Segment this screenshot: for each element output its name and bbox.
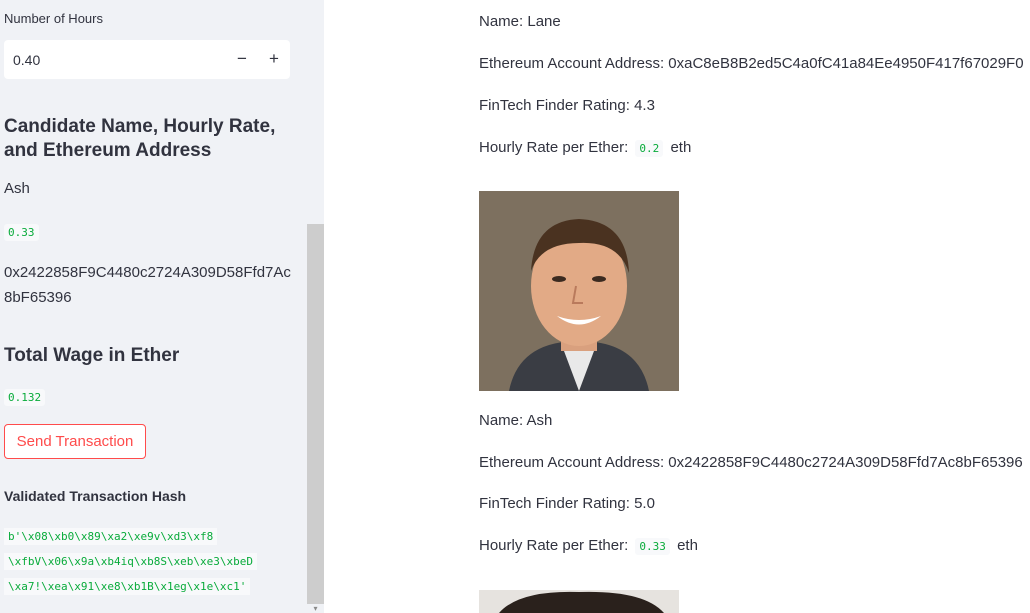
transaction-hash-heading: Validated Transaction Hash	[4, 488, 187, 504]
rate-label: Hourly Rate per Ether:	[479, 139, 629, 156]
scrollbar-thumb[interactable]	[307, 224, 324, 604]
rating-value: 4.3	[634, 97, 655, 114]
candidate-photo	[479, 590, 679, 613]
candidate-rate-row: Hourly Rate per Ether: 0.2 eth	[479, 139, 692, 157]
address-label: Ethereum Account Address:	[479, 454, 665, 471]
decrement-button[interactable]: −	[226, 40, 258, 79]
candidate-photo-image	[479, 590, 679, 613]
candidate-rating-row: FinTech Finder Rating: 5.0	[479, 495, 655, 512]
rate-label: Hourly Rate per Ether:	[479, 537, 629, 554]
transaction-hash: b'\x08\xb0\x89\xa2\xe9v\xd3\xf8 \xfbV\x0…	[4, 527, 304, 602]
sidebar: Number of Hours − + Candidate Name, Hour…	[0, 0, 307, 613]
rate-value: 0.2	[635, 140, 664, 157]
candidate-address-row: Ethereum Account Address: 0x2422858F9C44…	[479, 454, 1023, 471]
candidate-rating-row: FinTech Finder Rating: 4.3	[479, 97, 655, 114]
total-wage-heading: Total Wage in Ether	[4, 345, 180, 366]
increment-button[interactable]: +	[258, 40, 290, 79]
candidate-address: 0x2422858F9C4480c2724A309D58Ffd7Ac8bF653…	[4, 264, 291, 306]
rate-unit: eth	[677, 537, 698, 554]
hash-line: b'\x08\xb0\x89\xa2\xe9v\xd3\xf8	[4, 528, 218, 545]
candidate-name: Ash	[4, 180, 30, 197]
candidate-rate-row: Hourly Rate per Ether: 0.33 eth	[479, 537, 698, 555]
candidate-heading: Candidate Name, Hourly Rate, and Ethereu…	[4, 116, 276, 161]
address-value: 0xaC8eB8B2ed5C4a0fC41a84Ee4950F417f67029…	[668, 55, 1024, 72]
address-value: 0x2422858F9C4480c2724A309D58Ffd7Ac8bF653…	[668, 454, 1023, 471]
candidate-address-row: Ethereum Account Address: 0xaC8eB8B2ed5C…	[479, 55, 1024, 72]
rating-label: FinTech Finder Rating:	[479, 97, 630, 114]
candidate-name-text: Name: Lane	[479, 13, 561, 30]
scroll-down-arrow-icon[interactable]: ▾	[307, 604, 324, 613]
rate-unit: eth	[670, 139, 692, 156]
rating-label: FinTech Finder Rating:	[479, 495, 630, 512]
candidate-photo-image	[479, 191, 679, 391]
sidebar-scrollbar[interactable]: ▾	[307, 0, 324, 613]
hours-input[interactable]	[4, 40, 233, 79]
candidate-photo	[479, 191, 679, 391]
main-content: Name: Lane Ethereum Account Address: 0xa…	[324, 0, 1030, 613]
send-transaction-button[interactable]: Send Transaction	[4, 424, 146, 459]
hash-line: \xa7!\xea\x91\xe8\xb1B\x1eg\x1e\xc1'	[4, 578, 251, 595]
address-label: Ethereum Account Address:	[479, 55, 665, 72]
hours-label: Number of Hours	[4, 11, 103, 26]
hash-line: \xfbV\x06\x9a\xb4iq\xb8S\xeb\xe3\xbeD	[4, 553, 258, 570]
candidate-rate: 0.33	[4, 224, 39, 241]
hours-number-input: − +	[4, 40, 290, 79]
total-wage-value: 0.132	[4, 389, 46, 406]
rate-value: 0.33	[635, 538, 670, 555]
candidate-name-text: Name: Ash	[479, 412, 553, 429]
rating-value: 5.0	[634, 495, 655, 512]
